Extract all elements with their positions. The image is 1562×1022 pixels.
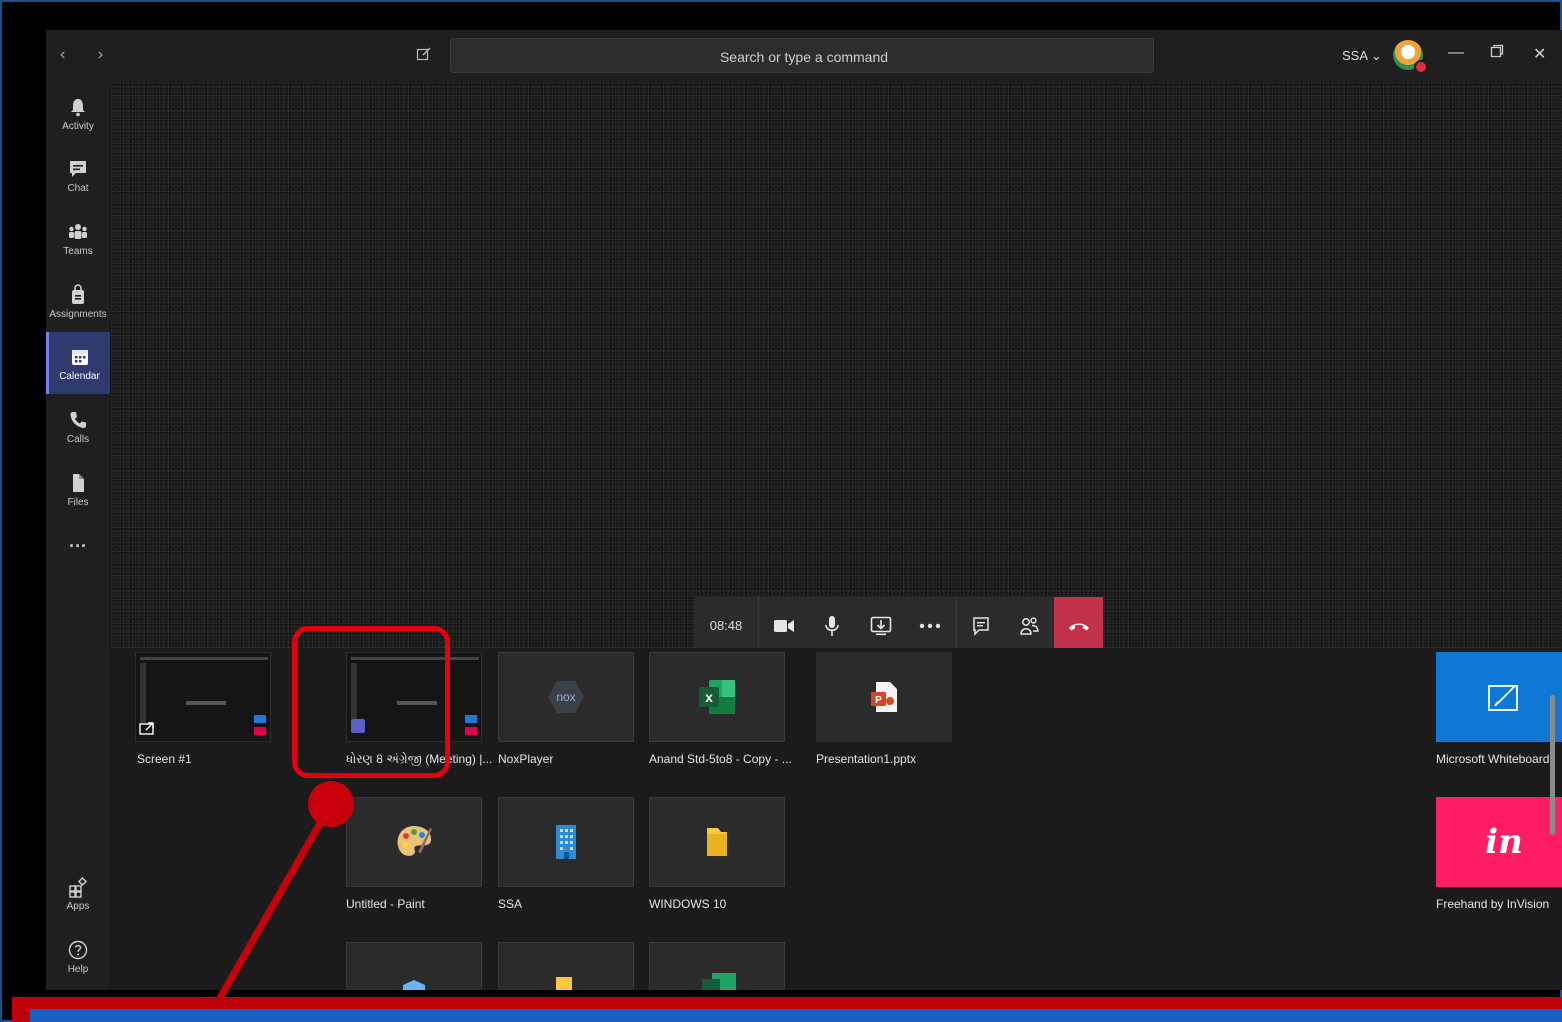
folder-icon xyxy=(707,828,727,856)
excel-icon: x xyxy=(699,680,735,714)
share-screen-icon xyxy=(139,722,154,735)
rail-label: Assignments xyxy=(49,309,107,320)
rail-label: Calendar xyxy=(59,371,100,382)
more-actions-button[interactable] xyxy=(906,597,954,655)
pointer-dot xyxy=(308,781,354,827)
building-icon xyxy=(556,825,576,859)
chat-bubble-icon xyxy=(973,617,989,636)
participants-icon xyxy=(1020,617,1039,635)
share-item-label: Anand Std-5to8 - Copy - ... xyxy=(649,752,792,766)
svg-text:x: x xyxy=(705,689,713,705)
tray-scrollbar[interactable] xyxy=(1550,695,1555,835)
share-window-noxplayer[interactable]: nox xyxy=(498,652,634,742)
share-window-ssa[interactable] xyxy=(498,797,634,887)
apps-icon xyxy=(69,876,88,898)
share-window-paint[interactable] xyxy=(346,797,482,887)
share-window-excel[interactable]: x xyxy=(649,652,785,742)
ellipsis-icon xyxy=(919,623,941,629)
rail-activity[interactable]: Activity xyxy=(46,82,110,144)
search-input[interactable] xyxy=(451,39,1157,74)
paint-icon xyxy=(397,826,432,856)
user-menu[interactable]: SSA ⌄ xyxy=(1342,48,1382,64)
restore-icon[interactable] xyxy=(1490,44,1504,63)
share-item-label: Freehand by InVision xyxy=(1436,897,1550,911)
highlight-box xyxy=(292,626,450,778)
microphone-icon xyxy=(825,616,839,636)
presence-status-icon xyxy=(1414,60,1428,74)
screen-thumbnail[interactable] xyxy=(135,652,271,742)
call-controls: 08:48 xyxy=(694,597,1103,655)
svg-text:P: P xyxy=(875,695,882,706)
more-label: ··· xyxy=(69,536,87,556)
help-icon xyxy=(68,940,88,960)
teams-icon xyxy=(69,224,87,239)
rail-label: Activity xyxy=(62,121,94,132)
rail-label: Calls xyxy=(66,434,90,445)
share-tray-icon xyxy=(870,616,892,636)
share-window-item[interactable] xyxy=(498,942,634,990)
rail-label: Files xyxy=(67,497,89,508)
share-item-label: WINDOWS 10 xyxy=(649,897,727,911)
rail-calendar[interactable]: Calendar xyxy=(46,332,110,394)
share-screen-button[interactable] xyxy=(857,597,905,655)
share-window-item[interactable] xyxy=(346,942,482,990)
nav-arrows[interactable]: ‹ › xyxy=(60,46,117,64)
call-timer: 08:48 xyxy=(694,597,759,655)
share-file-presentation[interactable]: P xyxy=(816,652,952,742)
rail-teams[interactable]: Teams xyxy=(46,207,110,269)
rail-label: Apps xyxy=(66,901,90,912)
app-icon xyxy=(403,980,425,990)
share-window-item[interactable] xyxy=(649,942,785,990)
excel-icon xyxy=(702,973,736,990)
share-item-label: SSA xyxy=(498,897,523,911)
teams-window: ‹ › SSA ⌄ — ✕ Activity Chat Teams xyxy=(46,30,1562,990)
more-apps-icon[interactable]: ··· xyxy=(46,522,110,584)
annotation-panel-inner xyxy=(30,1009,1562,1022)
share-item-label: Screen #1 xyxy=(137,752,192,766)
whiteboard-icon xyxy=(1488,685,1518,711)
camera-icon xyxy=(774,620,794,632)
rail-chat[interactable]: Chat xyxy=(46,144,110,206)
phone-icon xyxy=(70,412,86,428)
assignments-icon xyxy=(72,284,84,304)
hang-up-icon xyxy=(1068,623,1089,631)
app-bar: Activity Chat Teams Assignments Calendar… xyxy=(46,82,110,990)
camera-button[interactable] xyxy=(760,597,808,655)
show-participants-button[interactable] xyxy=(1005,597,1053,655)
rail-apps[interactable]: Apps xyxy=(46,862,110,924)
rail-calls[interactable]: Calls xyxy=(46,395,110,457)
invision-icon: in xyxy=(1485,822,1523,862)
chat-icon xyxy=(70,161,86,177)
share-item-label: NoxPlayer xyxy=(498,752,554,766)
calendar-icon xyxy=(71,350,88,365)
folder-icon xyxy=(556,977,572,990)
powerpoint-icon: P xyxy=(871,682,897,712)
show-conversation-button[interactable] xyxy=(957,597,1005,655)
rail-label: Help xyxy=(67,964,89,975)
compose-icon[interactable] xyxy=(416,46,432,67)
share-window-windows10[interactable] xyxy=(649,797,785,887)
file-icon xyxy=(73,474,84,492)
rail-files[interactable]: Files xyxy=(46,458,110,520)
bell-icon xyxy=(71,99,85,117)
share-app-freehand[interactable]: in xyxy=(1436,797,1562,887)
title-bar: ‹ › SSA ⌄ — ✕ xyxy=(46,30,1562,82)
rail-help[interactable]: Help xyxy=(46,925,110,987)
meeting-stage: 08:48 xyxy=(110,82,1562,655)
rail-label: Chat xyxy=(67,183,89,194)
rail-label: Teams xyxy=(63,246,93,257)
rail-assignments[interactable]: Assignments xyxy=(46,270,110,332)
share-item-label: Microsoft Whiteboard xyxy=(1436,752,1550,766)
nox-icon: nox xyxy=(548,681,584,713)
svg-text:nox: nox xyxy=(556,690,575,704)
minimize-icon[interactable]: — xyxy=(1448,44,1464,62)
share-item-label: Presentation1.pptx xyxy=(816,752,917,766)
share-item-label: Untitled - Paint xyxy=(346,897,425,911)
close-icon[interactable]: ✕ xyxy=(1533,44,1546,64)
search-box[interactable] xyxy=(450,38,1157,74)
hang-up-button[interactable] xyxy=(1054,597,1103,655)
share-app-whiteboard[interactable] xyxy=(1436,652,1562,742)
microphone-button[interactable] xyxy=(808,597,856,655)
